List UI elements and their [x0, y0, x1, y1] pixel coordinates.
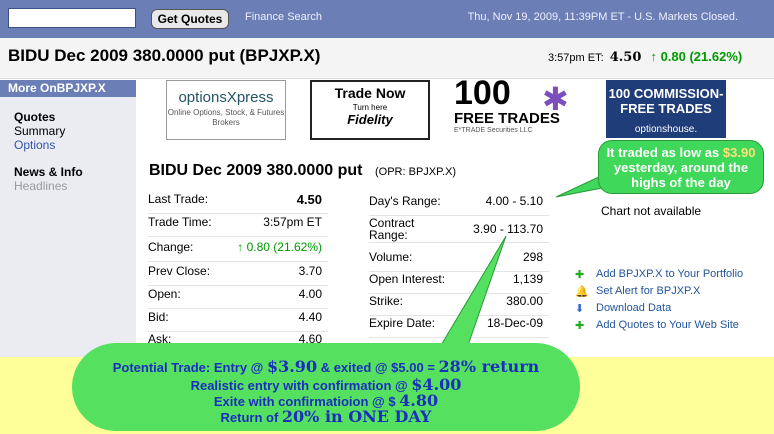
quote-row: Open: 4.00 — [148, 287, 328, 309]
plus-icon: ✚ — [575, 320, 585, 332]
quote-row: Strike: 380.00 — [369, 294, 549, 316]
ad3-sub: E*TRADE Securities LLC — [454, 127, 533, 134]
text: $3.90 — [266, 357, 318, 376]
ad2-brand: Fidelity — [347, 112, 393, 127]
ad1-sub: Online Options, Stock, & Futures Brokers — [167, 108, 285, 127]
add-quotes-link[interactable]: Add Quotes to Your Web Site — [596, 319, 739, 331]
nav-news: News & Info — [14, 165, 83, 179]
callout-low-price: It traded as low as $3.90 yesterday, aro… — [598, 140, 764, 194]
quote-symbol: (OPR: BPJXP.X) — [375, 166, 457, 178]
quote-row: Trade Time: 3:57pm ET — [148, 215, 328, 237]
row-label: Volume: — [369, 250, 413, 264]
nav-quotes: Quotes — [14, 110, 56, 124]
quote-row: Last Trade: 4.50 — [148, 192, 328, 214]
row-value: 1,139 — [512, 272, 543, 286]
row-label: Expire Date: — [369, 316, 436, 330]
quote-row: Expire Date: 18-Dec-09 — [369, 316, 549, 338]
quote-row: Change: ↑ 0.80 (21.62%) — [148, 240, 328, 262]
add-portfolio-link[interactable]: Add BPJXP.X to Your Portfolio — [596, 268, 743, 280]
row-label: Open: — [148, 287, 181, 301]
nav-headlines[interactable]: Headlines — [14, 179, 67, 193]
row-value: 4.40 — [298, 310, 322, 324]
finance-search-link[interactable]: Finance Search — [245, 11, 322, 23]
time-label: 3:57pm ET: — [548, 52, 604, 64]
quote-links: ✚ Add BPJXP.X to Your Portfolio 🔔 Set Al… — [562, 262, 774, 338]
ad-fidelity[interactable]: Trade Now Turn here Fidelity — [310, 80, 430, 140]
left-nav: Quotes Summary Options News & Info Headl… — [0, 97, 136, 357]
price-header: 3:57pm ET: 4.50 ↑ 0.80 (21.62%) — [548, 49, 742, 65]
quote-row: Volume: 298 — [369, 250, 549, 272]
bell-icon: 🔔 — [575, 286, 589, 298]
ad4-brand: optionshouse. — [634, 124, 698, 135]
plus-icon: ✚ — [575, 269, 585, 281]
date-line: Thu, Nov 19, 2009, 11:39PM ET - U.S. Mar… — [467, 11, 738, 23]
text: = — [423, 360, 439, 375]
last-price: 4.50 — [609, 50, 642, 65]
star-icon: ✱ — [542, 81, 569, 117]
row-label: Strike: — [369, 294, 404, 308]
quote-row: Day's Range: 4.00 - 5.10 — [369, 194, 549, 216]
search-input[interactable] — [8, 8, 136, 28]
row-label: Prev Close: — [148, 264, 211, 278]
bubble-line-1: Potential Trade: Entry @ $3.90 & exited … — [72, 357, 580, 376]
row-value: 380.00 — [506, 294, 543, 308]
callout-text: highs of the day — [631, 175, 731, 190]
row-value: 3.90 - 113.70 — [473, 222, 543, 236]
text: Potential Trade: Entry @ — [112, 360, 267, 375]
quote-row: Bid: 4.40 — [148, 310, 328, 332]
nav-options[interactable]: Options — [14, 138, 55, 152]
row-value: 4.50 — [296, 192, 322, 207]
ad2-title: Trade Now — [334, 85, 406, 101]
text: 20% in ONE DAY — [281, 407, 432, 426]
row-label: Last Trade: — [148, 192, 209, 206]
row-value: 298 — [522, 250, 543, 264]
text: $5.00 — [391, 360, 424, 375]
row-label: Bid: — [148, 310, 169, 324]
set-alert-link[interactable]: Set Alert for BPJXP.X — [596, 285, 700, 297]
download-data-link[interactable]: Download Data — [596, 302, 671, 314]
nav-summary[interactable]: Summary — [14, 124, 65, 138]
text: & exited @ — [317, 360, 392, 375]
ad2-sub: Turn here — [352, 103, 388, 112]
quote-row: Prev Close: 3.70 — [148, 264, 328, 286]
ad-optionsxpress[interactable]: optionsXpress Online Options, Stock, & F… — [166, 80, 286, 140]
quote-row: Open Interest: 1,139 — [369, 272, 549, 294]
row-label: Day's Range: — [369, 194, 441, 208]
ad1-title: optionsXpress — [178, 89, 274, 106]
callout-value: $3.90 — [722, 145, 756, 160]
nav-header: More OnBPJXP.X — [0, 80, 136, 97]
row-label: Change: — [148, 240, 194, 254]
callout-text: It traded as low as — [606, 145, 723, 160]
get-quotes-button[interactable]: Get Quotes — [151, 9, 229, 29]
quote-row: Contract Range: 3.90 - 113.70 — [369, 217, 549, 243]
row-value: 0.80 (21.62%) — [246, 240, 322, 254]
title-row: BIDU Dec 2009 380.0000 put (BPJXP.X) 3:5… — [0, 38, 774, 79]
up-arrow-icon: ↑ — [650, 49, 657, 64]
trade-summary-bubble: Potential Trade: Entry @ $3.90 & exited … — [72, 343, 580, 431]
page-title: BIDU Dec 2009 380.0000 put (BPJXP.X) — [8, 46, 321, 65]
text: Return of — [220, 410, 282, 425]
row-label: Trade Time: — [148, 215, 212, 229]
row-value: 18-Dec-09 — [486, 316, 543, 330]
row-value: 4.00 - 5.10 — [485, 194, 543, 208]
up-arrow-icon: ↑ — [237, 240, 244, 254]
text: 28% return — [438, 357, 540, 376]
row-value: 3:57pm ET — [263, 215, 322, 229]
row-label: Open Interest: — [369, 272, 446, 286]
bubble-line-4: Return of 20% in ONE DAY — [72, 407, 580, 426]
download-icon: ⬇ — [575, 303, 585, 315]
callout-text: yesterday, around the — [613, 160, 749, 175]
ad-etrade[interactable]: 100 ✱ FREE TRADES E*TRADE Securities LLC — [454, 76, 584, 142]
price-change: 0.80 (21.62%) — [660, 49, 743, 64]
chart-not-available: Chart not available — [601, 204, 702, 218]
quote-title: BIDU Dec 2009 380.0000 put — [149, 162, 363, 179]
row-value: 3.70 — [298, 264, 322, 278]
row-label: Contract Range: — [369, 216, 415, 242]
ad4-text: 100 COMMISSION-FREE TRADES — [608, 86, 724, 116]
ad-optionshouse[interactable]: 100 COMMISSION-FREE TRADES optionshouse. — [606, 80, 726, 138]
row-value: 4.00 — [298, 287, 322, 301]
